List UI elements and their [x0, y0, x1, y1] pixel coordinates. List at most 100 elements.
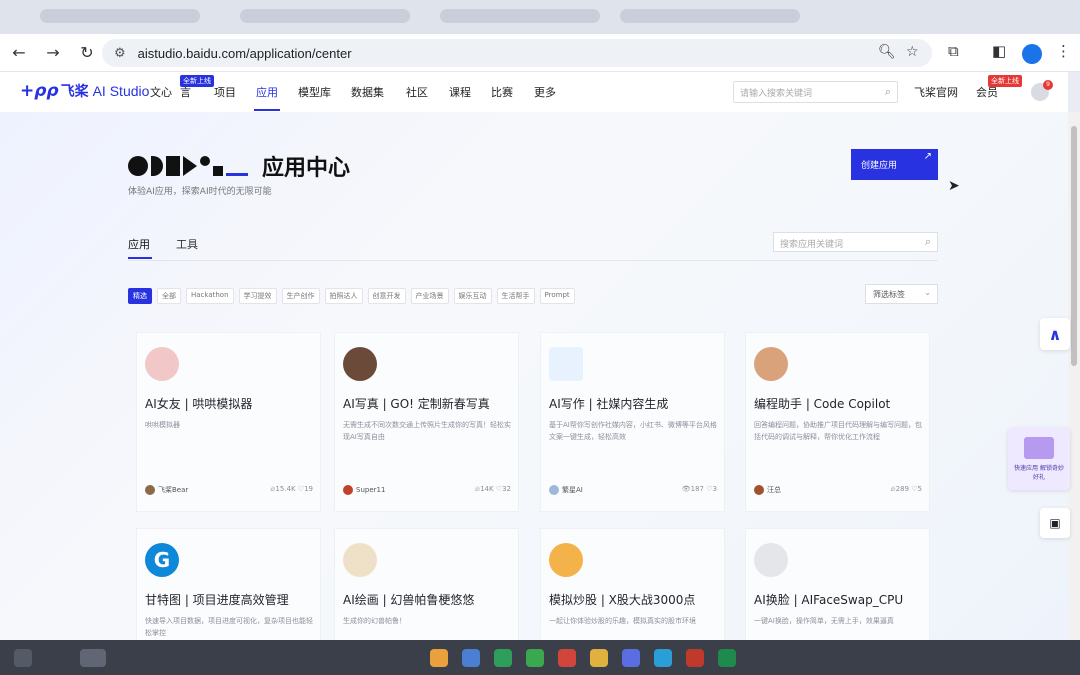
search-icon[interactable]: ⌕ [885, 85, 891, 99]
address-url[interactable]: aistudio.baidu.com/application/center [138, 46, 352, 61]
logo-text-en: AI Studio [92, 83, 150, 99]
app-title: AI绘画 | 幻兽帕鲁梗悠悠 [343, 593, 475, 607]
taskbar-app-icon[interactable] [590, 649, 608, 667]
page-subtitle: 体验AI应用，探索AI时代的无限可能 [128, 187, 272, 197]
app-footer: 繁星AI 👁︎187 ♡3 [549, 485, 717, 495]
nav-datasets[interactable]: 数据集 [351, 84, 384, 100]
browser-tab[interactable] [620, 9, 800, 23]
app-card[interactable]: 模拟炒股 | X股大战3000点 一起让你体验炒股的乐趣，模拟真实的股市环境 [540, 528, 725, 640]
bookmark-star-icon[interactable]: ☆ [906, 44, 919, 60]
taskbar-app-icon[interactable] [80, 649, 106, 667]
category-chips: 精选 全部 Hackathon 学习提效 生产创作 拍照达人 创意开发 产业场景… [128, 288, 575, 304]
app-card[interactable]: AI换脸 | AIFaceSwap_CPU 一键AI换脸，操作简单，无需上手，效… [745, 528, 930, 640]
taskbar-app-icon[interactable] [494, 649, 512, 667]
extensions-icon[interactable]: ⧉ [948, 42, 959, 60]
app-stats: 👁︎187 ♡3 [681, 485, 717, 493]
side-panel-icon[interactable]: ◧ [992, 42, 1006, 60]
scrollbar-thumb[interactable] [1071, 126, 1077, 366]
nav-wenxin[interactable]: 文心 [150, 84, 172, 100]
taskbar-app-icon[interactable] [462, 649, 480, 667]
tabs-divider [128, 260, 938, 261]
app-card[interactable]: AI写真 | GO! 定制新春写真 无需生成不同次数交通上传照片生成你的写真！轻… [334, 332, 519, 512]
zoom-icon[interactable]: 🔍︎ [878, 44, 896, 60]
address-bar[interactable]: ⚙ aistudio.baidu.com/application/center … [102, 39, 932, 67]
taskbar-app-icon[interactable] [622, 649, 640, 667]
chip-prompt[interactable]: Prompt [539, 288, 575, 304]
page-title: 应用中心 [262, 156, 351, 181]
nav-competitions[interactable]: 比赛 [491, 84, 513, 100]
profile-avatar[interactable] [1022, 44, 1042, 64]
app-avatar [754, 347, 788, 381]
app-card[interactable]: AI绘画 | 幻兽帕鲁梗悠悠 生成你的幻兽帕鲁！ [334, 528, 519, 640]
chat-icon: ▣ [1049, 516, 1061, 530]
app-title: AI女友 | 哄哄模拟器 [145, 397, 253, 411]
app-search-input[interactable]: 搜索应用关键词 ⌕ [773, 232, 938, 252]
nav-models[interactable]: 模型库 [298, 84, 331, 100]
taskbar-app-icon[interactable] [526, 649, 544, 667]
chip-entertainment[interactable]: 娱乐互动 [453, 288, 492, 304]
official-site-link[interactable]: 飞桨官网 [914, 84, 958, 100]
browser-tab[interactable] [40, 9, 200, 23]
app-title: AI写真 | GO! 定制新春写真 [343, 397, 490, 411]
chip-photo[interactable]: 拍照达人 [324, 288, 363, 304]
reload-button[interactable]: ↻ [72, 38, 102, 68]
filter-tags-select[interactable]: 筛选标签 ⌄ [865, 284, 938, 304]
app-title: AI写作 | 社媒内容生成 [549, 397, 669, 411]
taskbar-app-icon[interactable] [430, 649, 448, 667]
chip-hackathon[interactable]: Hackathon [186, 288, 234, 304]
app-search-placeholder: 搜索应用关键词 [780, 240, 844, 250]
site-info-icon[interactable]: ⚙ [114, 46, 126, 61]
app-avatar [549, 347, 583, 381]
nav-active-indicator [254, 109, 280, 111]
arrow-up-right-icon: ↗ [923, 151, 932, 162]
author-avatar [343, 485, 353, 495]
tab-apps[interactable]: 应用 [128, 236, 150, 252]
menu-icon[interactable]: ⋮ [1056, 42, 1071, 60]
app-card[interactable]: AI女友 | 哄哄模拟器 哄哄模拟器 飞桨Bear 🔥︎15.4K ♡19 [136, 332, 321, 512]
create-app-button[interactable]: 创建应用 ↗ [851, 149, 938, 180]
taskbar-app-icon[interactable] [558, 649, 576, 667]
app-title: AI换脸 | AIFaceSwap_CPU [754, 593, 904, 607]
chip-learning[interactable]: 学习提效 [238, 288, 277, 304]
taskbar-app-icon[interactable] [718, 649, 736, 667]
os-taskbar [0, 640, 1080, 675]
browser-tab[interactable] [440, 9, 600, 23]
tab-tools[interactable]: 工具 [176, 236, 198, 252]
app-card[interactable]: 编程助手 | Code Copilot 回答编程问题，协助推广项目代码理解与编写… [745, 332, 930, 512]
app-desc: 无需生成不同次数交通上传照片生成你的写真！轻松实现AI写真自由 [343, 421, 511, 441]
chip-life[interactable]: 生活帮手 [496, 288, 535, 304]
chip-creation[interactable]: 生产创作 [281, 288, 320, 304]
assistant-float-button[interactable]: ∧ [1040, 318, 1070, 350]
chip-dev[interactable]: 创意开发 [367, 288, 406, 304]
browser-tab[interactable] [240, 9, 410, 23]
app-card[interactable]: G 甘特图 | 项目进度高效管理 快速导入项目数据，项目进度可视化，复杂项目也能… [136, 528, 321, 640]
site-logo[interactable]: +ρρ 飞桨 AI Studio [20, 81, 149, 101]
taskbar-app-icon[interactable] [654, 649, 672, 667]
page-scrollbar[interactable] [1068, 112, 1080, 640]
nav-apps[interactable]: 应用 [256, 84, 278, 100]
search-icon[interactable]: ⌕ [925, 235, 931, 249]
nav-more[interactable]: 更多 [534, 84, 556, 100]
app-card[interactable]: AI写作 | 社媒内容生成 基于AI帮你写创作社媒内容，小红书、微博等平台风格文… [540, 332, 725, 512]
back-button[interactable]: ← [4, 38, 34, 68]
new-badge: 全新上线 [180, 75, 214, 87]
site-search-input[interactable]: 请输入搜索关键词 ⌕ [733, 81, 898, 103]
nav-projects[interactable]: 项目 [214, 84, 236, 100]
chip-featured[interactable]: 精选 [128, 288, 152, 304]
promo-float[interactable]: 快速应用 解锁奇妙好礼 [1008, 428, 1070, 490]
author-avatar [754, 485, 764, 495]
chip-industry[interactable]: 产业场景 [410, 288, 449, 304]
chip-all[interactable]: 全部 [157, 288, 181, 304]
views-count: 15.4K [275, 485, 296, 493]
feedback-button[interactable]: ▣ [1040, 508, 1070, 538]
app-footer: 飞桨Bear 🔥︎15.4K ♡19 [145, 485, 313, 495]
taskbar-app-icon[interactable] [686, 649, 704, 667]
search-placeholder: 请输入搜索关键词 [740, 89, 813, 99]
start-icon[interactable] [14, 649, 32, 667]
app-desc: 快速导入项目数据，项目进度可视化，复杂项目也能轻松掌控 [145, 617, 313, 637]
paddle-logo-icon: +ρρ [20, 81, 59, 101]
nav-community[interactable]: 社区 [406, 84, 428, 100]
nav-courses[interactable]: 课程 [449, 84, 471, 100]
forward-button[interactable]: → [38, 38, 68, 68]
tab-active-indicator [128, 257, 152, 259]
